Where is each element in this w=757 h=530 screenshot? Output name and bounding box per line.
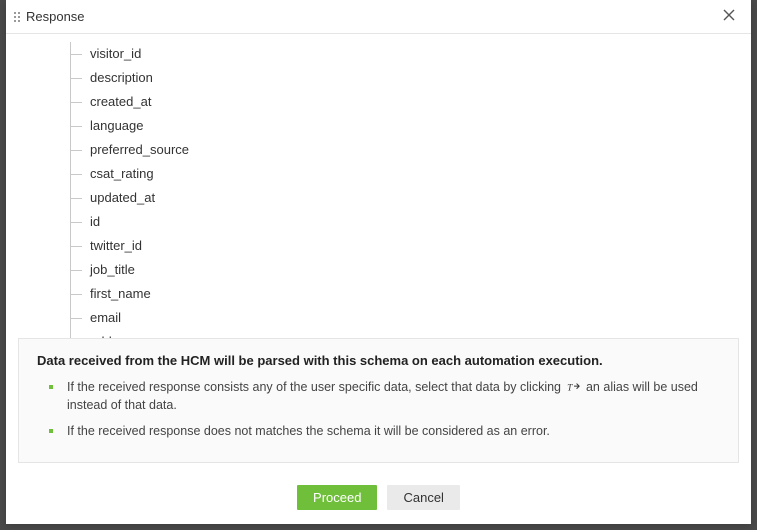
tree-item-label: job_title xyxy=(90,262,135,277)
tree-item[interactable]: language xyxy=(70,114,731,138)
info-text-pre: If the received response consists any of… xyxy=(67,380,561,394)
tree-item-label: updated_at xyxy=(90,190,155,205)
tree-item-label: first_name xyxy=(90,286,151,301)
tree-item-label: address xyxy=(90,334,136,338)
tree-item[interactable]: updated_at xyxy=(70,186,731,210)
tree-item-label: created_at xyxy=(90,94,151,109)
info-panel: Data received from the HCM will be parse… xyxy=(18,338,739,463)
tree-item[interactable]: preferred_source xyxy=(70,138,731,162)
info-list-item: If the received response does not matche… xyxy=(55,422,720,440)
info-text-pre: If the received response does not matche… xyxy=(67,424,550,438)
tree-item-label: description xyxy=(90,70,153,85)
schema-tree: visitor_id description created_at langua… xyxy=(70,42,731,338)
tree-item[interactable]: job_title xyxy=(70,258,731,282)
tree-item[interactable]: email xyxy=(70,306,731,330)
tree-item-label: visitor_id xyxy=(90,46,141,61)
modal-backdrop: Response visitor_id description created_… xyxy=(0,0,757,530)
info-title: Data received from the HCM will be parse… xyxy=(37,353,720,368)
modal-footer: Proceed Cancel xyxy=(6,475,751,524)
tree-item[interactable]: created_at xyxy=(70,90,731,114)
tree-item[interactable]: id xyxy=(70,210,731,234)
drag-handle-icon[interactable] xyxy=(14,12,20,22)
tree-item-label: language xyxy=(90,118,144,133)
tree-item-label: twitter_id xyxy=(90,238,142,253)
modal-body: visitor_id description created_at langua… xyxy=(6,34,751,338)
info-list-item: If the received response consists any of… xyxy=(55,378,720,414)
tree-item-label: csat_rating xyxy=(90,166,154,181)
info-list: If the received response consists any of… xyxy=(37,378,720,440)
cancel-button[interactable]: Cancel xyxy=(387,485,459,510)
modal-header-left: Response xyxy=(14,9,85,24)
close-button[interactable] xyxy=(719,5,739,28)
tree-item[interactable]: address xyxy=(70,330,731,338)
tree-item[interactable]: twitter_id xyxy=(70,234,731,258)
proceed-button[interactable]: Proceed xyxy=(297,485,377,510)
modal-header: Response xyxy=(6,0,751,34)
alias-icon: T xyxy=(567,381,581,393)
svg-text:T: T xyxy=(567,384,573,394)
tree-item-label: id xyxy=(90,214,100,229)
tree-item-label: preferred_source xyxy=(90,142,189,157)
response-modal: Response visitor_id description created_… xyxy=(6,0,751,524)
tree-item[interactable]: description xyxy=(70,66,731,90)
tree-item[interactable]: csat_rating xyxy=(70,162,731,186)
tree-item[interactable]: first_name xyxy=(70,282,731,306)
tree-item[interactable]: visitor_id xyxy=(70,42,731,66)
tree-item-label: email xyxy=(90,310,121,325)
close-icon xyxy=(723,9,735,24)
modal-title: Response xyxy=(26,9,85,24)
